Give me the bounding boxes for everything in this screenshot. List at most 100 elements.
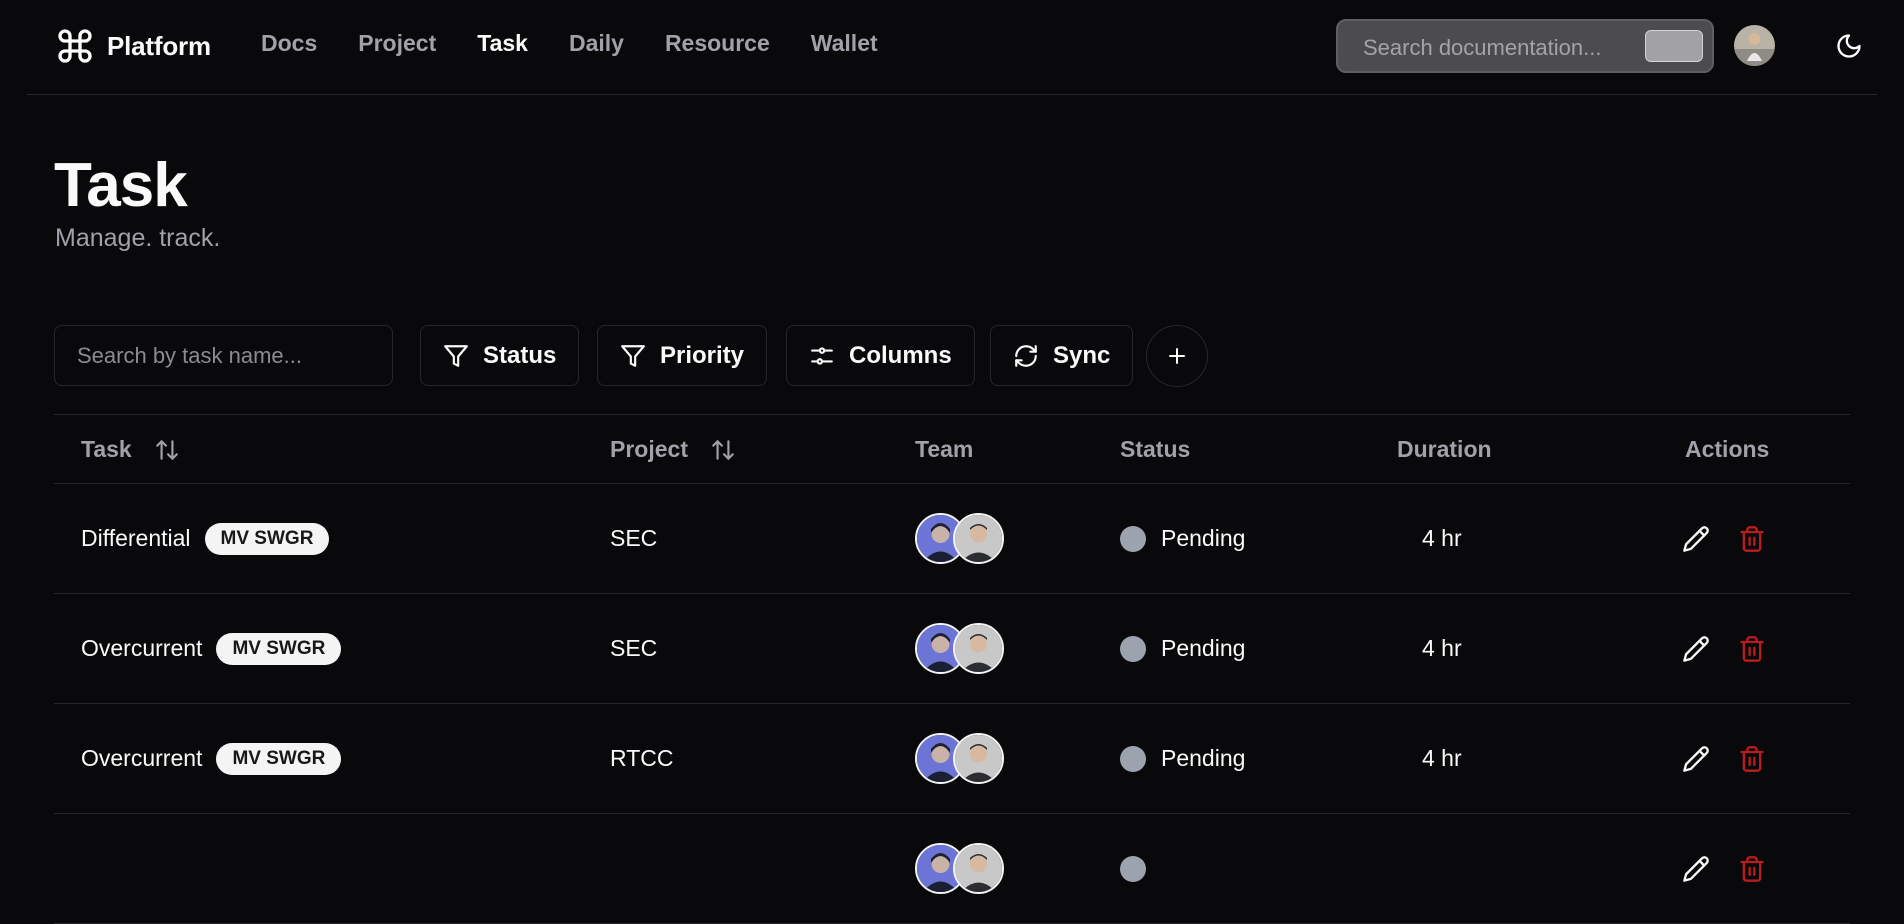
nav-link-docs[interactable]: Docs — [261, 30, 317, 57]
brand[interactable]: Platform — [55, 26, 211, 66]
pencil-icon[interactable] — [1682, 745, 1710, 773]
actions-cell — [1682, 814, 1766, 923]
status-dot — [1120, 525, 1146, 552]
status-text: Pending — [1161, 525, 1246, 551]
pencil-icon[interactable] — [1682, 855, 1710, 883]
nav-link-daily[interactable]: Daily — [569, 30, 624, 57]
sync-label: Sync — [1053, 341, 1111, 369]
column-header-task[interactable]: Task — [81, 436, 180, 463]
trash-icon[interactable] — [1738, 855, 1766, 883]
table-row[interactable]: Differential MV SWGR SEC Pending 4 hr — [54, 484, 1850, 594]
column-header-project[interactable]: Project — [610, 436, 736, 463]
team-cell — [915, 814, 1004, 923]
pencil-icon[interactable] — [1682, 525, 1710, 553]
project-cell: SEC — [610, 525, 658, 551]
table-row[interactable]: Overcurrent MV SWGR RTCC Pending 4 hr — [54, 704, 1850, 814]
duration-cell: 4 hr — [1422, 635, 1462, 661]
brand-name: Platform — [107, 30, 211, 61]
top-navbar: Platform Docs Project Task Daily Resourc… — [27, 0, 1877, 95]
task-search-input[interactable] — [54, 325, 393, 386]
team-member-avatar — [953, 623, 1004, 674]
status-filter-button[interactable]: Status — [420, 325, 580, 386]
project-cell: SEC — [610, 635, 658, 661]
team-cell — [915, 484, 1004, 593]
status-filter-label: Status — [483, 341, 557, 369]
team-member-avatar — [953, 513, 1004, 564]
actions-cell — [1682, 594, 1766, 703]
column-header-task-label: Task — [81, 436, 132, 462]
task-tag-badge: MV SWGR — [216, 632, 342, 665]
user-avatar-image — [1734, 25, 1775, 66]
actions-cell — [1682, 704, 1766, 813]
nav-link-wallet[interactable]: Wallet — [811, 30, 878, 57]
column-header-actions: Actions — [1685, 436, 1770, 462]
trash-icon[interactable] — [1738, 745, 1766, 773]
columns-label: Columns — [849, 341, 952, 369]
status-cell — [1120, 814, 1161, 923]
status-dot — [1120, 635, 1146, 662]
column-header-team: Team — [915, 436, 974, 462]
add-task-button[interactable] — [1146, 325, 1208, 387]
team-member-avatar — [953, 843, 1004, 894]
column-header-duration: Duration — [1397, 436, 1492, 462]
page-title: Task — [54, 151, 188, 220]
refresh-icon — [1015, 344, 1037, 367]
nav-link-project[interactable]: Project — [358, 30, 436, 57]
duration-cell: 4 hr — [1422, 745, 1462, 771]
status-cell: Pending — [1120, 484, 1245, 593]
sort-icon[interactable] — [710, 437, 736, 463]
status-text: Pending — [1161, 745, 1246, 771]
status-cell: Pending — [1120, 594, 1245, 703]
shortcut-key — [1645, 30, 1703, 62]
pencil-icon[interactable] — [1682, 635, 1710, 663]
team-avatars[interactable] — [915, 623, 1004, 674]
filter-icon — [621, 344, 645, 367]
task-name: Overcurrent — [81, 745, 203, 771]
command-icon — [58, 29, 92, 63]
table-header: Task Project Team Status Duration Action… — [54, 414, 1850, 484]
team-cell — [915, 594, 1004, 703]
task-table: Task Project Team Status Duration Action… — [54, 414, 1850, 924]
task-tag-badge: MV SWGR — [204, 522, 330, 555]
status-dot — [1120, 745, 1146, 772]
team-cell — [915, 704, 1004, 813]
priority-filter-label: Priority — [660, 341, 745, 369]
task-tag-badge: MV SWGR — [216, 742, 342, 775]
task-cell: Overcurrent MV SWGR — [81, 704, 342, 813]
team-avatars[interactable] — [915, 513, 1004, 564]
table-row[interactable]: Overcurrent MV SWGR SEC Pending 4 hr — [54, 594, 1850, 704]
column-header-project-label: Project — [610, 436, 688, 462]
project-cell: RTCC — [610, 745, 674, 771]
priority-filter-button[interactable]: Priority — [597, 325, 768, 386]
search-documentation[interactable]: Search documentation... — [1336, 19, 1714, 73]
nav-link-resource[interactable]: Resource — [665, 30, 770, 57]
trash-icon[interactable] — [1738, 525, 1766, 553]
task-name: Overcurrent — [81, 635, 203, 661]
trash-icon[interactable] — [1738, 635, 1766, 663]
moon-icon[interactable] — [1835, 32, 1863, 60]
team-member-avatar — [953, 733, 1004, 784]
sliders-icon — [811, 346, 833, 365]
task-cell: Overcurrent MV SWGR — [81, 594, 342, 703]
columns-button[interactable]: Columns — [786, 325, 975, 386]
user-avatar[interactable] — [1734, 25, 1775, 66]
page-subtitle: Manage. track. — [55, 224, 221, 252]
actions-cell — [1682, 484, 1766, 593]
plus-icon — [1169, 348, 1185, 364]
status-text: Pending — [1161, 635, 1246, 661]
filter-icon — [444, 344, 468, 367]
nav-link-task[interactable]: Task — [477, 30, 528, 57]
team-avatars[interactable] — [915, 843, 1004, 894]
sync-button[interactable]: Sync — [990, 325, 1134, 386]
status-dot — [1120, 855, 1146, 882]
nav-links: Docs Project Task Daily Resource Wallet — [261, 30, 919, 57]
team-avatars[interactable] — [915, 733, 1004, 784]
sort-icon[interactable] — [154, 437, 180, 463]
task-name: Differential — [81, 525, 191, 551]
column-header-status: Status — [1120, 436, 1191, 462]
status-cell: Pending — [1120, 704, 1245, 813]
duration-cell: 4 hr — [1422, 525, 1462, 551]
table-row[interactable] — [54, 814, 1850, 924]
task-cell: Differential MV SWGR — [81, 484, 330, 593]
table-body: Differential MV SWGR SEC Pending 4 hr Ov… — [54, 484, 1850, 924]
